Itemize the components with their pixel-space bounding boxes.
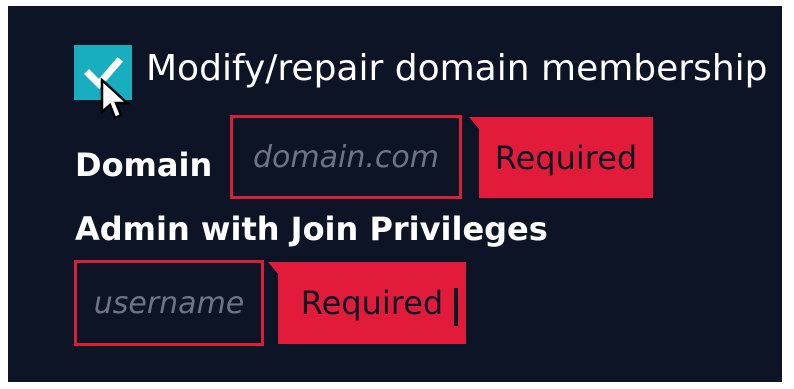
modify-domain-membership-label[interactable]: Modify/repair domain membership	[146, 51, 768, 87]
text-caret	[454, 288, 458, 326]
domain-input[interactable]: domain.com	[230, 115, 462, 199]
domain-label: Domain	[75, 146, 213, 184]
domain-membership-panel: Modify/repair domain membership Domain d…	[8, 6, 782, 382]
admin-username-input[interactable]: username	[74, 260, 264, 346]
admin-username-placeholder: username	[93, 285, 245, 321]
admin-required-text: Required	[300, 284, 444, 322]
admin-required-badge: Required	[268, 262, 466, 344]
domain-input-placeholder: domain.com	[253, 139, 439, 175]
domain-required-text: Required	[494, 138, 638, 177]
admin-privileges-label: Admin with Join Privileges	[75, 210, 548, 248]
domain-required-badge: Required	[469, 117, 653, 198]
mouse-pointer-icon	[100, 78, 130, 120]
